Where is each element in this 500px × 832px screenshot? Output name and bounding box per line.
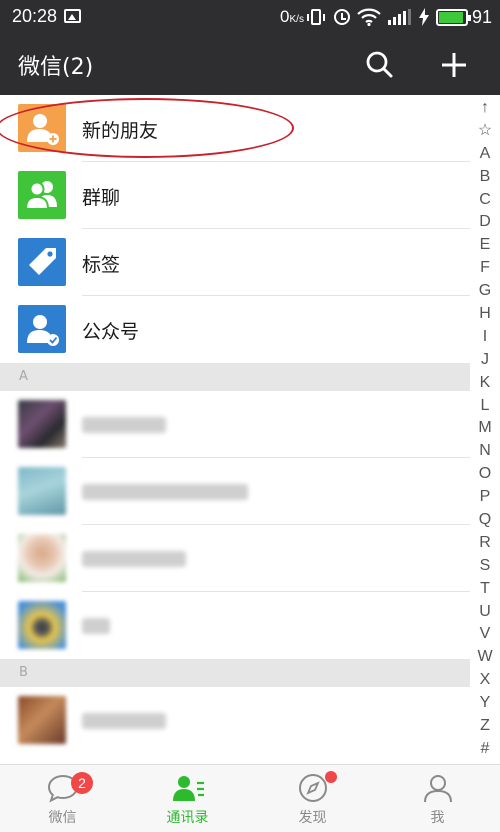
alphabet-index-bar[interactable]: ↑ ☆ A B C D E F G H I J K L M N O P Q R S T U V W X Y Z # [470, 95, 500, 765]
contact-avatar [18, 400, 66, 448]
net-speed-value: 0 [280, 7, 290, 26]
plus-icon [442, 53, 466, 77]
contact-name-redacted [82, 417, 166, 433]
contact-name-redacted [82, 713, 166, 729]
index-letter[interactable]: Y [480, 692, 491, 715]
index-letter[interactable]: S [480, 555, 491, 578]
index-letter[interactable]: B [480, 166, 491, 189]
contact-row[interactable] [0, 687, 470, 754]
vibrate-icon [306, 9, 325, 25]
index-letter[interactable]: L [481, 395, 490, 418]
tab-contacts[interactable]: 通讯录 [125, 765, 250, 832]
notification-dot [325, 771, 337, 783]
battery-indicator: 91 [435, 6, 492, 28]
index-letter[interactable]: N [479, 440, 491, 463]
net-speed: 0K/s [280, 7, 304, 27]
image-notification-icon [64, 9, 81, 23]
index-letter[interactable]: Z [480, 715, 490, 738]
charging-icon [418, 8, 429, 26]
index-letter[interactable]: K [480, 372, 491, 395]
tag-icon [18, 238, 66, 286]
index-letter[interactable]: Q [479, 509, 491, 532]
index-letter[interactable]: F [480, 257, 490, 280]
battery-level: 91 [471, 6, 492, 27]
index-letter[interactable]: E [480, 234, 491, 257]
wifi-icon [357, 8, 381, 26]
index-letter[interactable]: T [480, 578, 490, 601]
list-item-label: 新的朋友 [82, 120, 159, 142]
title-bar: 微信(2) [0, 34, 500, 95]
index-letter[interactable]: X [480, 669, 491, 692]
index-letter[interactable]: W [477, 646, 492, 669]
list-item-official-accounts[interactable]: 公众号 [0, 296, 470, 363]
unread-badge: 2 [71, 772, 93, 794]
official-account-icon [18, 305, 66, 353]
list-item-label: 群聊 [82, 187, 121, 209]
contact-avatar [18, 696, 66, 744]
list-item-group-chats[interactable]: 群聊 [0, 162, 470, 229]
contact-row[interactable] [0, 458, 470, 525]
list-item-new-friends[interactable]: 新的朋友 [0, 95, 470, 162]
contact-avatar [18, 467, 66, 515]
index-letter[interactable]: R [479, 532, 491, 555]
add-button[interactable] [438, 49, 470, 81]
contact-avatar [18, 534, 66, 582]
new-friend-icon [18, 104, 66, 152]
index-letter[interactable]: ↑ [481, 97, 489, 120]
contact-name-redacted [82, 551, 186, 567]
index-letter[interactable]: P [480, 486, 491, 509]
index-letter[interactable]: M [478, 417, 491, 440]
tab-label: 发现 [298, 810, 327, 826]
list-item-label: 公众号 [82, 321, 140, 343]
page-title: 微信(2) [18, 55, 94, 80]
index-letter[interactable]: G [479, 280, 491, 303]
index-letter[interactable]: O [479, 463, 491, 486]
tab-label: 我 [430, 810, 445, 826]
tab-label: 微信 [48, 810, 77, 826]
bottom-tab-bar: 微信 2 通讯录 发现 我 [0, 764, 500, 832]
search-icon [366, 51, 393, 78]
status-right: 0K/s 91 [280, 5, 492, 29]
contact-row[interactable] [0, 592, 470, 659]
search-button[interactable] [364, 49, 396, 81]
tab-chats[interactable]: 微信 2 [0, 765, 125, 832]
status-time: 20:28 [12, 6, 58, 26]
tab-me[interactable]: 我 [375, 765, 500, 832]
battery-fill [438, 11, 463, 23]
tab-discover[interactable]: 发现 [250, 765, 375, 832]
index-letter[interactable]: ☆ [478, 120, 492, 143]
index-letter[interactable]: U [479, 601, 491, 624]
net-speed-unit: K/s [289, 14, 304, 25]
battery-icon [435, 8, 471, 26]
signal-icon [387, 9, 412, 25]
contact-name-redacted [82, 484, 248, 500]
status-bar: 20:28 0K/s 91 [0, 0, 500, 34]
index-letter[interactable]: # [481, 738, 490, 761]
contact-name-redacted [82, 618, 110, 634]
contact-list: 新的朋友 群聊 标签 公众号 A B [0, 95, 470, 754]
tab-label: 通讯录 [166, 810, 209, 826]
contact-avatar [18, 601, 66, 649]
person-icon [423, 775, 452, 803]
index-letter[interactable]: A [480, 143, 491, 166]
list-item-label: 标签 [82, 254, 121, 276]
contact-row[interactable] [0, 525, 470, 592]
index-letter[interactable]: J [481, 349, 489, 372]
index-letter[interactable]: C [479, 189, 491, 212]
index-letter[interactable]: H [479, 303, 491, 326]
group-chat-icon [18, 171, 66, 219]
list-item-tags[interactable]: 标签 [0, 229, 470, 296]
index-letter[interactable]: V [480, 623, 491, 646]
section-header-a: A [0, 363, 470, 391]
contact-row[interactable] [0, 391, 470, 458]
section-header-b: B [0, 659, 470, 687]
index-letter[interactable]: I [483, 326, 487, 349]
index-letter[interactable]: D [479, 211, 491, 234]
contacts-icon [172, 776, 204, 801]
alarm-icon [333, 9, 350, 25]
